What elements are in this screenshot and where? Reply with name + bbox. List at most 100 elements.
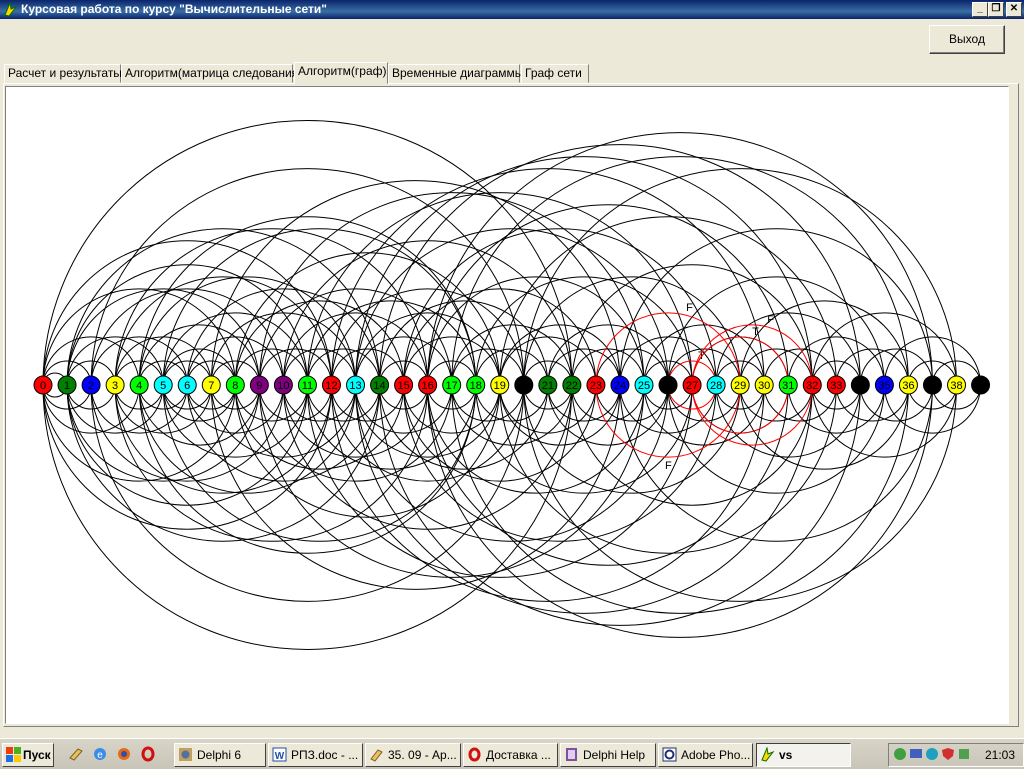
start-label: Пуск [23, 748, 51, 762]
quicklaunch-folder-icon[interactable] [68, 746, 84, 762]
graph-node: 4 [129, 375, 149, 395]
photoshop-icon [662, 747, 677, 762]
start-button[interactable]: Пуск [2, 743, 54, 767]
antivirus-icon[interactable] [957, 747, 971, 761]
graph-node: 13 [346, 375, 366, 395]
graph-node: 19 [490, 375, 510, 395]
graph-node-label: 8 [232, 380, 238, 392]
graph-node: 22 [562, 375, 582, 395]
graph-edge [547, 348, 621, 422]
maximize-button[interactable]: ❐ [988, 2, 1004, 17]
graph-node-label: 17 [446, 380, 458, 392]
system-tray: 21:03 [888, 743, 1024, 767]
tab-network-graph[interactable]: Граф сети [521, 64, 589, 83]
quicklaunch-firefox-icon[interactable] [116, 746, 132, 762]
graph-node: 38 [947, 375, 967, 395]
graph-node-label: 25 [638, 380, 650, 392]
graph-node: 11 [297, 375, 317, 395]
tab-timing-diagrams[interactable]: Временные диаграммы [388, 64, 523, 83]
graph-node-label: 22 [566, 380, 578, 392]
graph-node: 29 [730, 375, 750, 395]
task-delphi-6[interactable]: Delphi 6 [174, 743, 266, 767]
graph-node: 33 [826, 375, 846, 395]
task-photoshop[interactable]: Adobe Pho... [658, 743, 753, 767]
graph-node: 31 [778, 375, 798, 395]
graph-node: 36 [898, 375, 918, 395]
graph-node-label: 3 [112, 380, 118, 392]
title-bar: Курсовая работа по курсу "Вычислительные… [0, 0, 1024, 19]
task-folder[interactable]: 35. 09 - Ар... [365, 743, 461, 767]
graph-node-label: 21 [542, 380, 554, 392]
graph-node: 17 [442, 375, 462, 395]
graph-node-label: 18 [470, 380, 482, 392]
graph-node-label: 26 [662, 380, 674, 392]
monitor-icon[interactable] [909, 747, 923, 761]
graph-node-label: 37 [926, 380, 938, 392]
graph-node: 32 [802, 375, 822, 395]
graph-node-label: 11 [302, 380, 313, 392]
quicklaunch-ie-icon[interactable]: e [92, 746, 108, 762]
graph-node-label: 15 [397, 380, 409, 392]
shield-icon[interactable] [941, 747, 955, 761]
folder-icon [370, 749, 383, 762]
graph-node-label: 12 [325, 380, 337, 392]
quicklaunch-opera-icon[interactable] [140, 746, 156, 762]
close-button[interactable]: ✕ [1006, 2, 1022, 17]
graph-node-label: 10 [277, 380, 289, 392]
graph-node: 21 [538, 375, 558, 395]
graph-node: 12 [321, 375, 341, 395]
svg-text:e: e [97, 750, 103, 761]
graph-node: 24 [610, 375, 630, 395]
graph-node: 7 [201, 375, 221, 395]
help-icon [566, 748, 577, 761]
task-rpz-doc[interactable]: W РПЗ.doc - ... [268, 743, 363, 767]
graph-edge [306, 348, 381, 422]
word-icon: W [272, 747, 287, 762]
svg-text:W: W [275, 751, 285, 762]
opera-icon [468, 747, 481, 762]
graph-node-label: 4 [136, 380, 142, 392]
graph-node-label: 39 [974, 380, 986, 392]
graph-edge [282, 348, 357, 422]
graph-edge [210, 180, 621, 590]
graph-edge [763, 348, 837, 422]
network-icon[interactable] [893, 747, 907, 761]
graph-node-label: 6 [184, 380, 190, 392]
graph-edge [739, 348, 813, 422]
graph-node-label: 16 [422, 380, 434, 392]
toolbar [0, 19, 1024, 61]
speaker-icon[interactable] [925, 747, 939, 761]
tab-algorithm-graph[interactable]: Алгоритм(граф) [294, 62, 388, 84]
graph-node: 5 [153, 375, 173, 395]
graph-node: 0 [33, 375, 53, 395]
graph-node: 2 [81, 375, 101, 395]
graph-node-label: 28 [710, 380, 722, 392]
graph-node-label: 14 [373, 380, 385, 392]
graph-node: 25 [634, 375, 654, 395]
exit-button[interactable]: Выход [929, 25, 1005, 54]
graph-canvas: F F T T F 0 1 2 3 4 5 6 7 8 9 10 11 12 13 14 15 16 17 18 19 20 21 2… [5, 86, 1009, 724]
graph-node: 23 [586, 375, 606, 395]
graph-node: 8 [225, 375, 245, 395]
graph-node-label: 13 [349, 380, 361, 392]
graph-node-label: 5 [160, 380, 166, 392]
minimize-button[interactable]: _ [972, 2, 988, 17]
tab-algorithm-matrix[interactable]: Алгоритм(матрица следования) [121, 64, 302, 83]
graph-node-label: 27 [686, 380, 698, 392]
graph-node-label: 30 [758, 380, 770, 392]
graph-node: 20 [514, 375, 534, 395]
graph-node-label: 31 [782, 380, 794, 392]
graph-node: 16 [418, 375, 438, 395]
task-opera[interactable]: Доставка ... [463, 743, 558, 767]
graph-edge [859, 348, 933, 422]
graph-edge [330, 348, 405, 422]
edge-condition-label: F [686, 302, 693, 314]
task-vs[interactable]: vs [756, 743, 851, 767]
graph-node-label: 32 [806, 380, 818, 392]
graph-node-label: 1 [64, 380, 70, 392]
graph-node: 28 [706, 375, 726, 395]
tab-calculation-results[interactable]: Расчет и результаты [4, 64, 122, 83]
app-icon [761, 747, 775, 762]
clock: 21:03 [985, 748, 1016, 762]
task-delphi-help[interactable]: Delphi Help [560, 743, 656, 767]
